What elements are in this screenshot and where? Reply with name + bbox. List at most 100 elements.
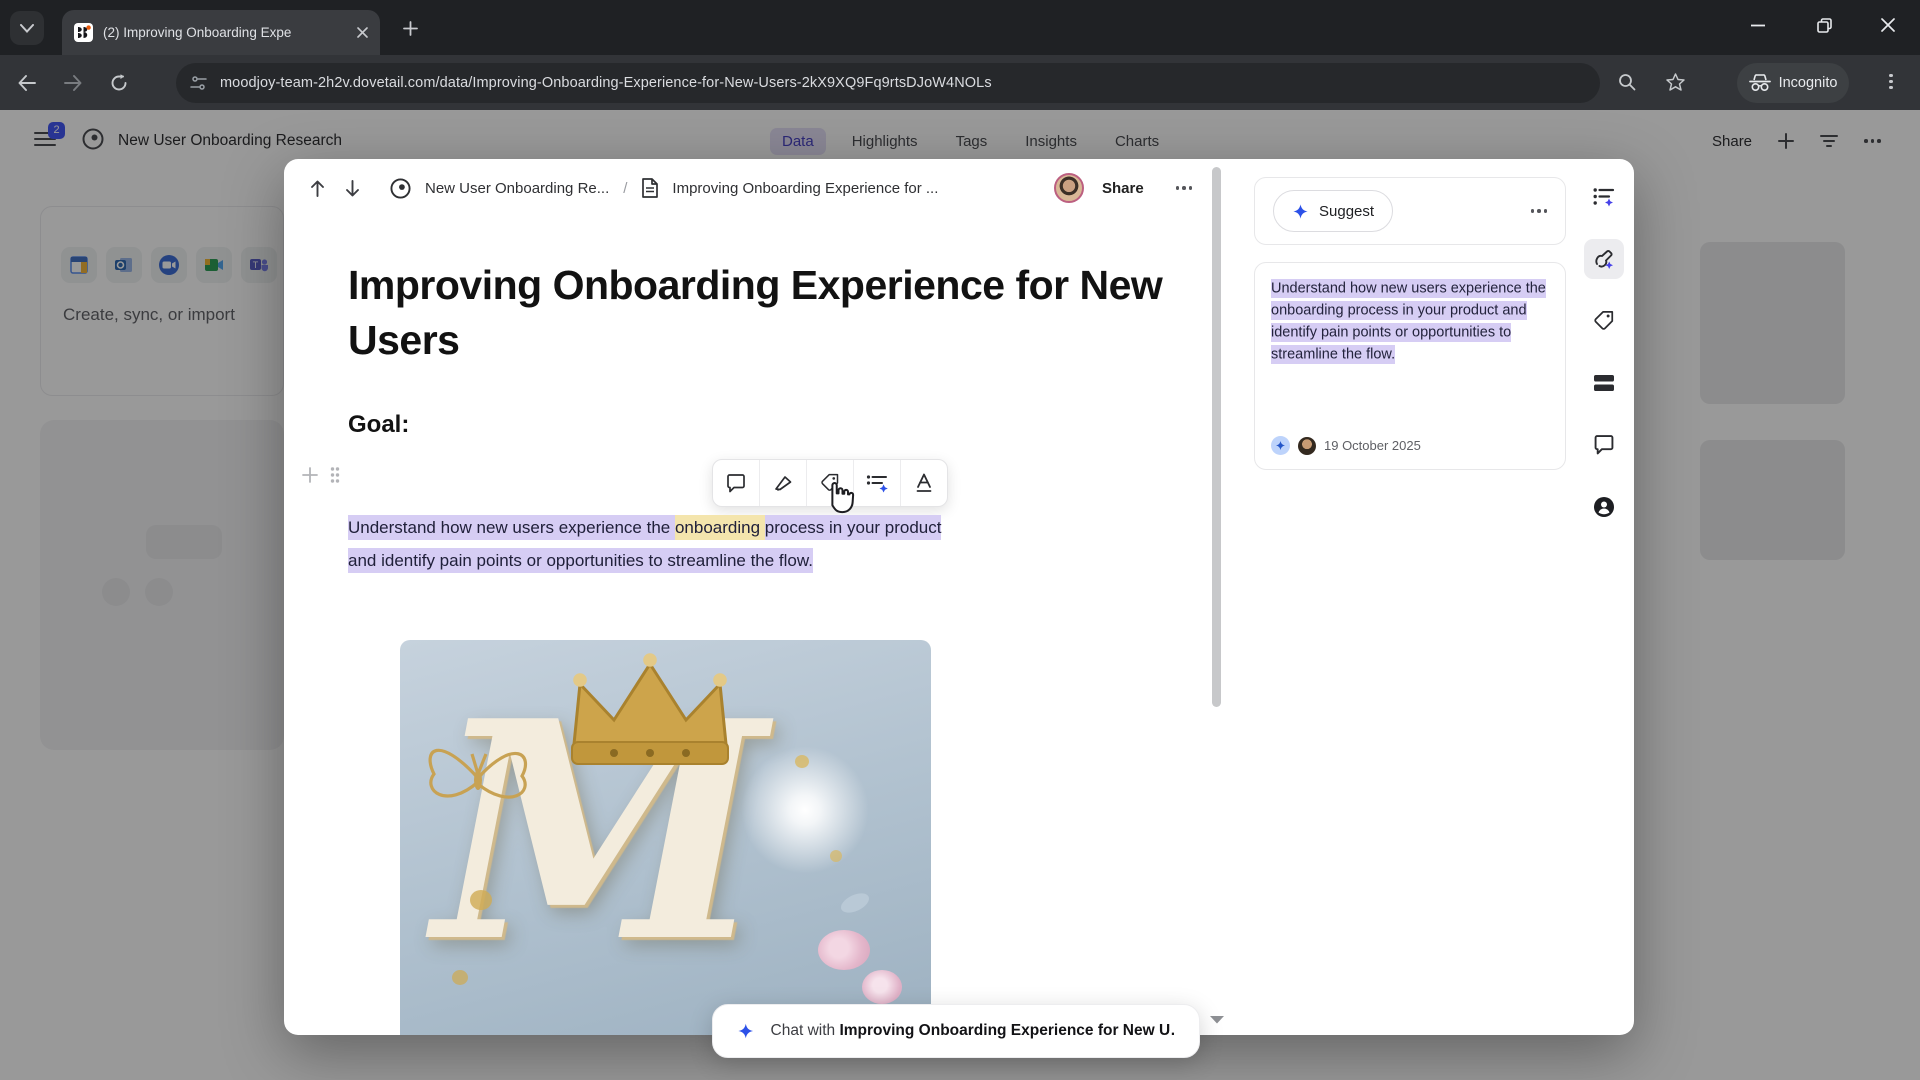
hand-cursor-icon bbox=[831, 482, 855, 514]
restore-icon bbox=[1816, 17, 1832, 33]
browser-tabstrip: (2) Improving Onboarding Expe bbox=[0, 0, 1920, 55]
tab-close-icon[interactable] bbox=[357, 27, 368, 38]
document-image[interactable]: M bbox=[400, 640, 931, 1035]
highlight-note-card[interactable]: Understand how new users experience the … bbox=[1254, 262, 1566, 470]
butterfly-graphic bbox=[428, 748, 528, 799]
breadcrumb-project[interactable]: New User Onboarding Re... bbox=[425, 180, 609, 197]
prev-doc-arrow-icon[interactable] bbox=[310, 180, 325, 197]
leaf-graphic bbox=[838, 889, 872, 917]
goal-paragraph[interactable]: Understand how new users experience the … bbox=[348, 511, 958, 577]
url-text: moodjoy-team-2h2v.dovetail.com/data/Impr… bbox=[220, 75, 992, 91]
crown-graphic bbox=[571, 653, 729, 765]
tab-title: (2) Improving Onboarding Expe bbox=[103, 25, 292, 40]
star-icon bbox=[1665, 73, 1685, 91]
highlight-pen-sparkle-icon bbox=[1595, 249, 1613, 269]
sparkle-icon bbox=[738, 1023, 754, 1039]
comment-button[interactable] bbox=[713, 460, 760, 506]
author-avatar bbox=[1298, 436, 1316, 455]
text-style-icon bbox=[916, 473, 932, 492]
chat-with-document-button[interactable]: Chat with Improving Onboarding Experienc… bbox=[712, 1004, 1200, 1058]
breadcrumb-document[interactable]: Improving Onboarding Experience for ... bbox=[672, 180, 938, 197]
scroll-down-chevron-icon[interactable] bbox=[1209, 1015, 1225, 1025]
text-style-button[interactable] bbox=[901, 460, 947, 506]
paragraph-purple-highlight: Understand how new users experience the bbox=[348, 515, 675, 540]
document-modal: New User Onboarding Re... / Improving On… bbox=[284, 159, 1634, 1035]
screen: (2) Improving Onboarding Expe moodjoy-te… bbox=[0, 0, 1920, 1080]
gold-speck bbox=[452, 970, 468, 985]
highlight-pen-button[interactable] bbox=[1584, 239, 1624, 279]
add-block-icon[interactable] bbox=[302, 467, 318, 483]
back-icon bbox=[18, 74, 36, 91]
summary-button[interactable] bbox=[1584, 177, 1624, 217]
fields-sparkle-icon bbox=[866, 475, 888, 493]
tab-search-button[interactable] bbox=[10, 11, 44, 45]
fields-button[interactable] bbox=[1584, 363, 1624, 403]
reload-icon bbox=[111, 73, 127, 90]
flower-graphic bbox=[818, 930, 870, 970]
gold-speck bbox=[470, 890, 492, 910]
flower-graphic bbox=[862, 970, 902, 1004]
ai-badge-icon bbox=[1271, 436, 1290, 455]
apply-fields-button[interactable] bbox=[854, 460, 901, 506]
highlight-button[interactable] bbox=[760, 460, 807, 506]
site-info-icon[interactable] bbox=[190, 75, 208, 91]
incognito-icon bbox=[1748, 74, 1771, 92]
paragraph-yellow-highlight: onboarding bbox=[674, 515, 765, 540]
people-button[interactable] bbox=[1584, 487, 1624, 527]
suggest-card: Suggest bbox=[1254, 177, 1566, 245]
forward-icon bbox=[64, 74, 82, 91]
new-tab-button[interactable] bbox=[396, 14, 424, 42]
document-scrollbar[interactable] bbox=[1212, 167, 1221, 707]
gold-speck bbox=[830, 850, 842, 862]
chevron-down-icon bbox=[20, 23, 34, 33]
modal-menu-button[interactable] bbox=[1175, 186, 1193, 190]
modal-share-button[interactable]: Share bbox=[1102, 180, 1144, 197]
user-avatar[interactable] bbox=[1054, 173, 1084, 203]
minimize-button[interactable] bbox=[1726, 0, 1790, 50]
magnifier-icon bbox=[1619, 74, 1636, 91]
gold-speck bbox=[795, 755, 809, 768]
back-button[interactable] bbox=[8, 64, 46, 102]
comments-button[interactable] bbox=[1584, 425, 1624, 465]
note-footer: 19 October 2025 bbox=[1271, 436, 1421, 455]
dovetail-favicon-icon bbox=[74, 23, 93, 42]
plus-icon bbox=[402, 20, 418, 36]
restore-button[interactable] bbox=[1792, 0, 1856, 50]
drag-handle-icon[interactable] bbox=[330, 467, 340, 483]
suggest-menu-button[interactable] bbox=[1530, 209, 1547, 213]
document-title[interactable]: Improving Onboarding Experience for New … bbox=[348, 258, 1168, 368]
next-doc-arrow-icon[interactable] bbox=[345, 179, 360, 197]
project-icon[interactable] bbox=[390, 177, 411, 199]
goal-heading[interactable]: Goal: bbox=[348, 411, 409, 439]
tags-button[interactable] bbox=[1584, 301, 1624, 341]
close-icon bbox=[1881, 18, 1895, 32]
suggest-label: Suggest bbox=[1319, 202, 1375, 220]
browser-menu-button[interactable] bbox=[1872, 63, 1910, 101]
minimize-icon bbox=[1751, 24, 1765, 26]
person-icon bbox=[1594, 497, 1614, 517]
comment-icon bbox=[727, 473, 745, 492]
tag-icon bbox=[1594, 310, 1614, 330]
zoom-page-button[interactable] bbox=[1608, 63, 1646, 101]
breadcrumb-separator: / bbox=[623, 179, 628, 197]
forward-button[interactable] bbox=[54, 64, 92, 102]
document-icon bbox=[642, 178, 659, 198]
browser-tab[interactable]: (2) Improving Onboarding Expe bbox=[62, 10, 380, 55]
chat-label: Chat with Improving Onboarding Experienc… bbox=[770, 1022, 1175, 1039]
note-date: 19 October 2025 bbox=[1324, 438, 1421, 453]
browser-toolbar: moodjoy-team-2h2v.dovetail.com/data/Impr… bbox=[0, 55, 1920, 110]
modal-icon-rail bbox=[1582, 177, 1626, 527]
incognito-label: Incognito bbox=[1778, 75, 1838, 91]
incognito-badge: Incognito bbox=[1737, 63, 1849, 103]
sparkle-icon bbox=[1293, 203, 1308, 219]
summary-sparkle-icon bbox=[1593, 188, 1615, 207]
close-window-button[interactable] bbox=[1856, 0, 1920, 50]
suggest-button[interactable]: Suggest bbox=[1273, 190, 1394, 232]
comment-icon bbox=[1594, 435, 1614, 455]
highlighter-icon bbox=[774, 475, 791, 491]
url-bar[interactable]: moodjoy-team-2h2v.dovetail.com/data/Impr… bbox=[176, 63, 1600, 103]
fields-icon bbox=[1594, 375, 1614, 391]
highlight-note-text: Understand how new users experience the … bbox=[1271, 278, 1546, 364]
reload-button[interactable] bbox=[100, 64, 138, 102]
bookmark-button[interactable] bbox=[1656, 63, 1694, 101]
